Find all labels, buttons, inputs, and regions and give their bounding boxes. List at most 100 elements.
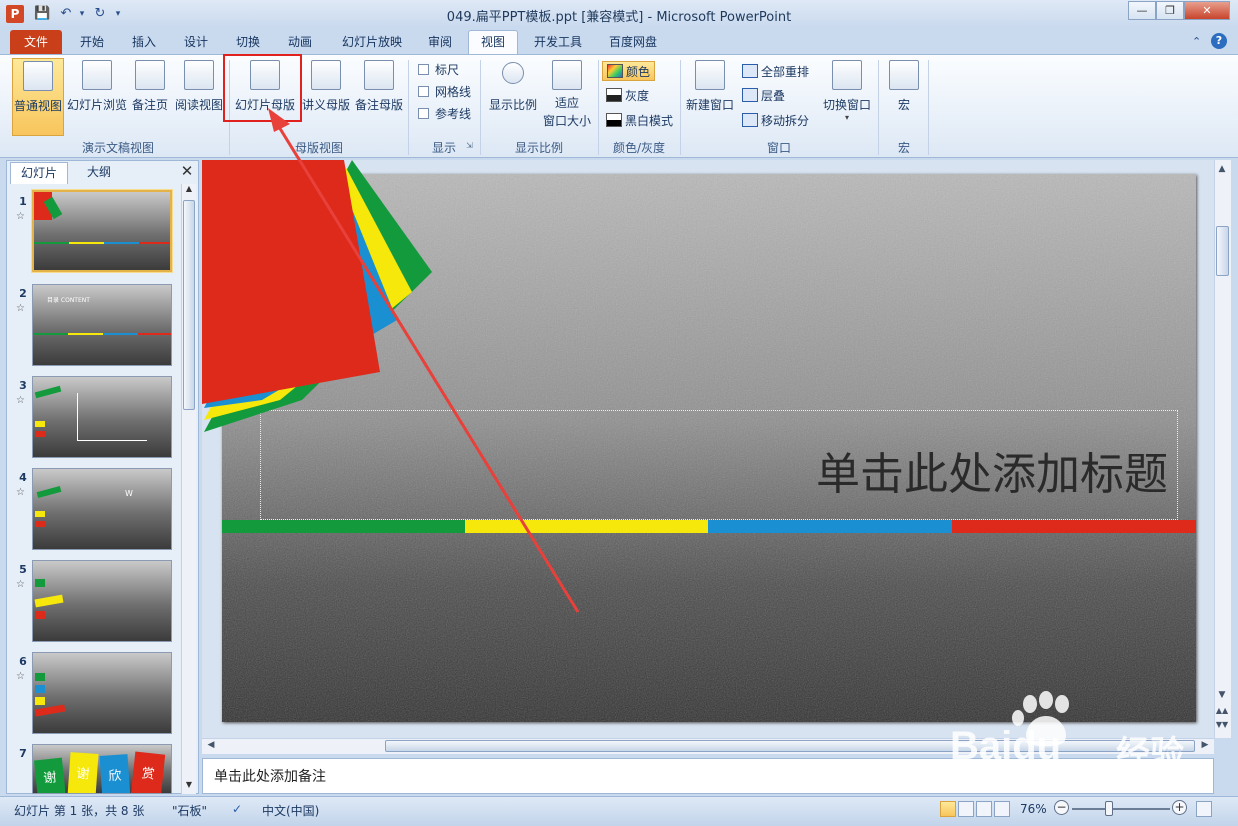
move-split-button[interactable]: 移动拆分 — [742, 111, 809, 131]
close-icon[interactable]: ✕ — [179, 163, 195, 179]
normal-view-button[interactable]: 普通视图 — [12, 58, 64, 136]
slide-thumbnail-6[interactable] — [32, 652, 172, 734]
zoom-in-icon[interactable]: + — [1172, 800, 1187, 815]
animation-star-icon: ☆ — [16, 487, 25, 498]
guides-checkbox[interactable]: 参考线 — [418, 104, 471, 124]
checkbox-icon — [418, 108, 429, 119]
notes-page-button[interactable]: 备注页 — [130, 58, 170, 124]
macros-button[interactable]: 宏 — [884, 58, 924, 124]
thumb-tag — [34, 385, 62, 399]
thumb-stripe — [104, 242, 139, 244]
arrange-all-button[interactable]: 全部重排 — [742, 62, 809, 82]
grayscale-button[interactable]: 灰度 — [606, 86, 649, 106]
thumb-card: 欣 — [99, 754, 131, 793]
fit-slide-icon[interactable] — [1196, 801, 1212, 817]
tab-slideshow[interactable]: 幻灯片放映 — [332, 30, 412, 54]
slide-thumbnail-5[interactable] — [32, 560, 172, 642]
slide-number: 7 — [19, 747, 27, 760]
normal-view-icon[interactable] — [940, 801, 956, 817]
reading-view-label: 阅读视图 — [174, 98, 223, 112]
new-window-icon — [695, 60, 725, 90]
gridlines-checkbox[interactable]: 网格线 — [418, 82, 471, 102]
watermark-url: jingyan.baidu.com — [990, 770, 1119, 787]
group-label-window: 窗口 — [766, 141, 791, 155]
tab-home[interactable]: 开始 — [70, 30, 114, 54]
notes-master-button[interactable]: 备注母版 — [353, 58, 405, 124]
scroll-left-icon[interactable]: ◀ — [204, 740, 218, 750]
notes-placeholder[interactable]: 单击此处添加备注 — [214, 766, 326, 786]
tab-slides[interactable]: 幻灯片 — [10, 162, 68, 184]
tab-transitions[interactable]: 切换 — [226, 30, 270, 54]
color-icon — [607, 64, 623, 78]
slide-thumbnail-4[interactable]: W — [32, 468, 172, 550]
ruler-checkbox[interactable]: 标尺 — [418, 60, 459, 80]
thumb-stripe — [69, 242, 104, 244]
tab-view[interactable]: 视图 — [468, 30, 518, 54]
tab-developer[interactable]: 开发工具 — [526, 30, 590, 54]
tab-outline[interactable]: 大纲 — [70, 162, 128, 184]
minimize-ribbon-icon[interactable]: ⌃ — [1192, 35, 1201, 48]
language-indicator[interactable]: 中文(中国) — [262, 802, 319, 819]
thumb-tag — [35, 511, 45, 517]
scroll-thumb[interactable] — [1216, 226, 1229, 276]
slide-thumbnail-2[interactable]: 目录 CONTENT — [32, 284, 172, 366]
animation-star-icon: ☆ — [16, 671, 25, 682]
slideshow-icon[interactable] — [994, 801, 1010, 817]
thumb-stripe — [33, 333, 68, 335]
fit-to-window-button[interactable]: 适应 窗口大小 — [540, 58, 594, 132]
slide-thumbnail-3[interactable] — [32, 376, 172, 458]
zoom-slider-knob[interactable] — [1105, 801, 1114, 816]
close-icon[interactable]: ✕ — [1184, 1, 1230, 20]
tab-review[interactable]: 审阅 — [418, 30, 462, 54]
reading-view-button[interactable]: 阅读视图 — [173, 58, 225, 124]
switch-windows-button[interactable]: 切换窗口 ▾ — [820, 58, 874, 124]
group-separator — [928, 60, 929, 155]
scroll-up-icon[interactable]: ▲ — [183, 184, 195, 196]
cascade-button[interactable]: 层叠 — [742, 86, 785, 106]
handout-master-button[interactable]: 讲义母版 — [300, 58, 352, 124]
dialog-launcher-icon[interactable]: ⇲ — [466, 141, 473, 150]
scroll-up-icon[interactable]: ▲ — [1215, 164, 1229, 174]
stripe-red — [952, 520, 1196, 533]
panel-scrollbar[interactable]: ▲ ▼ — [181, 184, 196, 794]
normal-view-label: 普通视图 — [13, 99, 62, 113]
zoom-button[interactable]: 显示比例 — [486, 58, 540, 124]
thumb-stripe — [68, 333, 103, 335]
thumb-tag — [35, 579, 45, 587]
zoom-slider-track[interactable] — [1072, 808, 1170, 810]
group-separator — [598, 60, 599, 155]
color-button[interactable]: 颜色 — [602, 61, 656, 81]
zoom-out-icon[interactable]: − — [1054, 800, 1069, 815]
zoom-level[interactable]: 76% — [1020, 802, 1047, 816]
restore-icon[interactable]: ❐ — [1156, 1, 1184, 20]
tab-design[interactable]: 设计 — [174, 30, 218, 54]
color-label: 颜色 — [626, 65, 651, 79]
tab-animations[interactable]: 动画 — [278, 30, 322, 54]
notes-master-label: 备注母版 — [354, 98, 403, 112]
scroll-down-icon[interactable]: ▼ — [183, 780, 195, 792]
thumb-tag — [34, 704, 66, 717]
reading-view-icon[interactable] — [976, 801, 992, 817]
slide-number: 5 — [19, 563, 27, 576]
grayscale-icon — [606, 88, 622, 102]
ruler-label: 标尺 — [435, 63, 460, 77]
cascade-label: 层叠 — [761, 89, 786, 103]
black-white-icon — [606, 113, 622, 127]
new-window-button[interactable]: 新建窗口 — [684, 58, 736, 124]
tab-file[interactable]: 文件 — [10, 30, 62, 54]
slide-number: 6 — [19, 655, 27, 668]
slide-thumbnail-7[interactable]: 谢 谢 欣 赏 — [32, 744, 172, 794]
spell-check-icon[interactable]: ✓ — [232, 802, 242, 816]
theme-name[interactable]: "石板" — [172, 802, 207, 819]
slide-sorter-button[interactable]: 幻灯片浏览 — [66, 58, 128, 124]
help-icon[interactable]: ? — [1211, 33, 1227, 49]
gridlines-label: 网格线 — [435, 85, 472, 99]
scroll-thumb[interactable] — [183, 200, 195, 410]
group-separator — [878, 60, 879, 155]
minimize-icon[interactable]: — — [1128, 1, 1156, 20]
slide-sorter-icon[interactable] — [958, 801, 974, 817]
black-white-button[interactable]: 黑白模式 — [606, 111, 673, 131]
slide-thumbnail-1[interactable] — [32, 190, 172, 272]
tab-insert[interactable]: 插入 — [122, 30, 166, 54]
tab-baidu-netdisk[interactable]: 百度网盘 — [598, 30, 668, 54]
